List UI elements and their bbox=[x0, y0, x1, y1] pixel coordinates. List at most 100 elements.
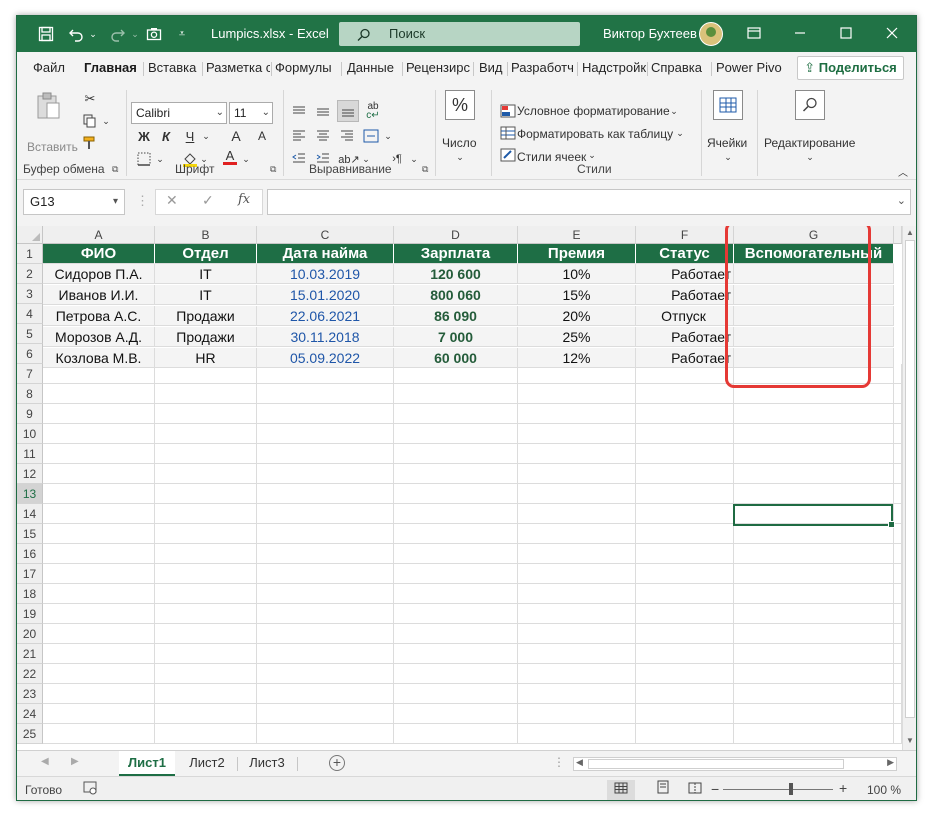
empty-cell[interactable] bbox=[734, 524, 894, 544]
shrink-font-button[interactable]: A bbox=[253, 126, 271, 146]
empty-cell[interactable] bbox=[394, 444, 518, 464]
font-launcher-icon[interactable]: ⧉ bbox=[270, 164, 280, 174]
empty-cell[interactable] bbox=[518, 424, 636, 444]
empty-cell[interactable] bbox=[257, 384, 394, 404]
tab-power-pivot[interactable]: Power Pivo bbox=[716, 60, 782, 75]
empty-cell[interactable] bbox=[894, 524, 902, 544]
cell-g5[interactable] bbox=[734, 327, 894, 347]
row-header[interactable]: 25 bbox=[17, 724, 43, 744]
empty-cell[interactable] bbox=[894, 424, 902, 444]
empty-cell[interactable] bbox=[394, 664, 518, 684]
empty-cell[interactable] bbox=[155, 484, 257, 504]
empty-cell[interactable] bbox=[257, 524, 394, 544]
empty-cell[interactable] bbox=[894, 584, 902, 604]
empty-cell[interactable] bbox=[518, 604, 636, 624]
empty-cell[interactable] bbox=[257, 544, 394, 564]
empty-cell[interactable] bbox=[43, 464, 155, 484]
borders-dropdown-icon[interactable]: ⌄ bbox=[155, 150, 165, 168]
empty-cell[interactable] bbox=[394, 544, 518, 564]
editing-icon[interactable] bbox=[795, 90, 825, 120]
row-header[interactable]: 2 bbox=[17, 264, 43, 284]
align-middle-icon[interactable] bbox=[313, 102, 333, 122]
empty-cell[interactable] bbox=[43, 564, 155, 584]
empty-cell[interactable] bbox=[394, 584, 518, 604]
normal-view-icon[interactable] bbox=[607, 780, 635, 800]
row-header[interactable]: 23 bbox=[17, 684, 43, 704]
column-header-h[interactable] bbox=[894, 226, 902, 244]
save-icon[interactable] bbox=[35, 22, 57, 46]
row-header[interactable]: 15 bbox=[17, 524, 43, 544]
empty-cell[interactable] bbox=[734, 484, 894, 504]
empty-cell[interactable] bbox=[894, 464, 902, 484]
ribbon-display-options-icon[interactable] bbox=[731, 16, 777, 52]
empty-cell[interactable] bbox=[257, 424, 394, 444]
collapse-ribbon-icon[interactable]: ︿ bbox=[897, 166, 909, 179]
enter-icon[interactable]: ✓ bbox=[202, 192, 214, 209]
formula-input[interactable]: ⌄ bbox=[267, 189, 911, 215]
empty-cell[interactable] bbox=[518, 524, 636, 544]
empty-cell[interactable] bbox=[394, 484, 518, 504]
cell-b4[interactable]: Продажи bbox=[155, 306, 257, 326]
cells-dropdown-icon[interactable]: ⌄ bbox=[723, 152, 733, 162]
empty-cell[interactable] bbox=[518, 464, 636, 484]
scroll-right-icon[interactable]: ▶ bbox=[887, 757, 894, 768]
row-header[interactable]: 10 bbox=[17, 424, 43, 444]
row-header[interactable]: 5 bbox=[17, 324, 43, 344]
row-header[interactable]: 17 bbox=[17, 564, 43, 584]
sheet-tab-3[interactable]: Лист3 bbox=[239, 751, 295, 777]
header-cell-status[interactable]: Статус bbox=[636, 244, 734, 264]
empty-cell[interactable] bbox=[43, 424, 155, 444]
empty-cell[interactable] bbox=[894, 704, 902, 724]
empty-cell[interactable] bbox=[394, 684, 518, 704]
cell-b2[interactable]: IT bbox=[155, 264, 257, 284]
next-sheet-icon[interactable]: ▶ bbox=[71, 756, 79, 767]
tab-developer[interactable]: Разработч bbox=[511, 60, 575, 75]
empty-cell[interactable] bbox=[155, 384, 257, 404]
cell-e3[interactable]: 15% bbox=[518, 285, 636, 305]
empty-cell[interactable] bbox=[734, 644, 894, 664]
tab-help[interactable]: Справка bbox=[651, 60, 709, 75]
cell-c2[interactable]: 10.03.2019 bbox=[257, 264, 394, 284]
empty-cell[interactable] bbox=[636, 464, 734, 484]
empty-cell[interactable] bbox=[155, 544, 257, 564]
empty-cell[interactable] bbox=[257, 664, 394, 684]
format-table-icon[interactable] bbox=[499, 124, 517, 142]
cell-b3[interactable]: IT bbox=[155, 285, 257, 305]
empty-cell[interactable] bbox=[518, 584, 636, 604]
empty-cell[interactable] bbox=[155, 464, 257, 484]
empty-cell[interactable] bbox=[155, 704, 257, 724]
avatar[interactable] bbox=[699, 22, 723, 46]
row-header[interactable]: 18 bbox=[17, 584, 43, 604]
undo-dropdown-icon[interactable]: ⌄ bbox=[87, 22, 99, 46]
empty-cell[interactable] bbox=[257, 504, 394, 524]
empty-cell[interactable] bbox=[155, 564, 257, 584]
header-cell-helper[interactable]: Вспомогательный bbox=[734, 244, 894, 264]
empty-cell[interactable] bbox=[43, 544, 155, 564]
close-icon[interactable] bbox=[869, 16, 915, 52]
cells-icon[interactable] bbox=[713, 90, 743, 120]
cell-e5[interactable]: 25% bbox=[518, 327, 636, 347]
cell-a4[interactable]: Петрова А.С. bbox=[43, 306, 155, 326]
empty-cell[interactable] bbox=[518, 484, 636, 504]
align-bottom-icon[interactable] bbox=[337, 100, 359, 122]
tab-page-layout[interactable]: Разметка с bbox=[206, 60, 270, 75]
empty-cell[interactable] bbox=[734, 624, 894, 644]
cell-f4[interactable]: Отпуск bbox=[636, 306, 734, 326]
cell-styles-button[interactable]: Стили ячеек bbox=[517, 150, 586, 164]
vertical-scroll-thumb[interactable] bbox=[905, 240, 915, 718]
paste-icon[interactable] bbox=[33, 90, 63, 122]
row-header[interactable]: 19 bbox=[17, 604, 43, 624]
empty-cell[interactable] bbox=[894, 724, 902, 744]
cell-g4[interactable] bbox=[734, 306, 894, 326]
empty-cell[interactable] bbox=[894, 664, 902, 684]
empty-cell[interactable] bbox=[155, 724, 257, 744]
empty-cell[interactable] bbox=[43, 384, 155, 404]
empty-cell[interactable] bbox=[894, 624, 902, 644]
empty-cell[interactable] bbox=[394, 504, 518, 524]
empty-cell[interactable] bbox=[394, 404, 518, 424]
format-table-button[interactable]: Форматировать как таблицу bbox=[517, 127, 673, 141]
camera-icon[interactable] bbox=[143, 22, 165, 46]
merge-dropdown-icon[interactable]: ⌄ bbox=[383, 126, 393, 146]
conditional-format-button[interactable]: Условное форматирование bbox=[517, 104, 670, 118]
grow-font-button[interactable]: A bbox=[227, 126, 245, 146]
